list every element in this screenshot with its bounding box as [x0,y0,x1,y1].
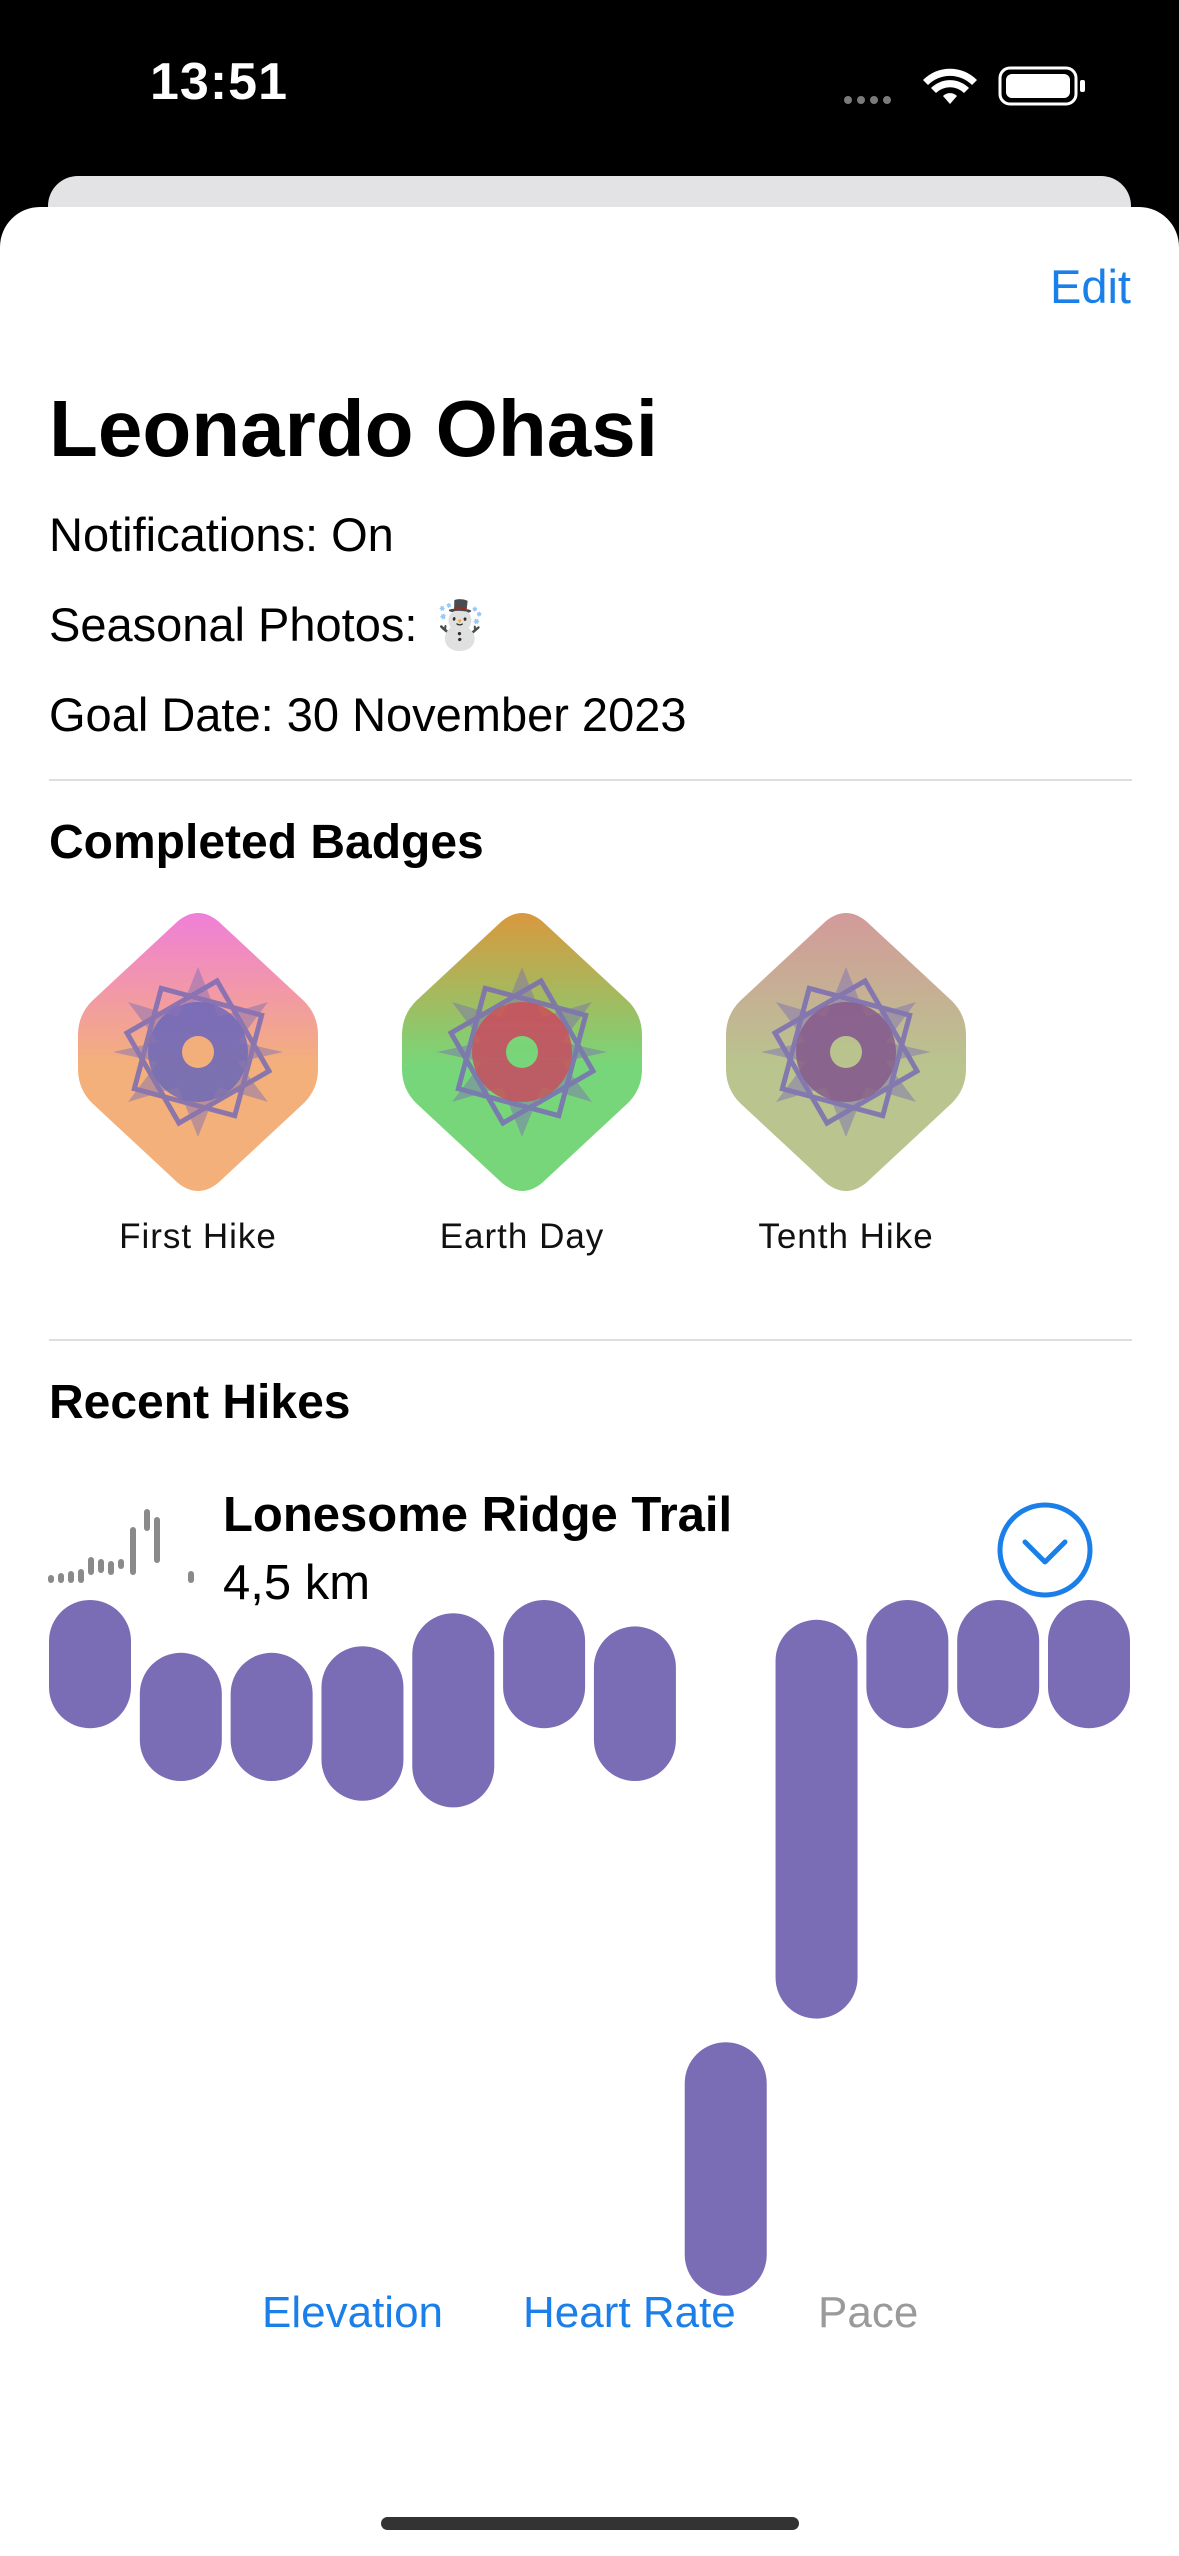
chart-bar [230,1652,313,1781]
hike-chart [49,1600,1130,2296]
status-icons [844,66,1085,106]
badge-first-hike[interactable]: First Hike [68,907,328,1257]
chart-bar [412,1613,495,1808]
badge-icon [78,913,318,1191]
wifi-icon [923,68,977,104]
status-bar: 13:51 [0,0,1179,170]
badge-tenth-hike[interactable]: Tenth Hike [716,907,976,1257]
completed-badges-title: Completed Badges [49,816,484,869]
chart-bar [503,1600,586,1729]
chart-bar [321,1646,404,1801]
chart-bar [139,1652,222,1781]
badge-label: Tenth Hike [758,1217,934,1256]
profile-name: Leonardo Ohasi [49,384,658,473]
badge-icon [726,913,966,1191]
status-time: 13:51 [150,53,288,111]
divider [49,1339,1132,1341]
badge-earth-day[interactable]: Earth Day [392,907,652,1257]
home-indicator [381,2517,799,2530]
badge-label: First Hike [119,1217,277,1256]
notifications-status: Notifications: On [49,508,394,561]
badge-label: Earth Day [439,1217,605,1256]
hike-name: Lonesome Ridge Trail [223,1488,733,1542]
chart-bar [866,1600,949,1729]
recent-hikes-title: Recent Hikes [49,1376,351,1429]
badge-icon [402,913,642,1191]
chart-bar [593,1626,676,1781]
battery-icon [998,66,1085,106]
edit-button[interactable]: Edit [1050,259,1131,314]
segment-pace[interactable]: Pace [818,2288,918,2338]
segment-elevation[interactable]: Elevation [262,2288,443,2338]
seasonal-photos-status: Seasonal Photos: ☃️ [49,598,490,651]
signal-icon [844,96,891,104]
segment-heart-rate[interactable]: Heart Rate [523,2288,736,2338]
chart-bar [1048,1600,1130,1729]
chart-bar [684,2042,767,2296]
chart-bar [49,1600,131,1729]
chevron-down-circle-icon[interactable] [995,1500,1095,1600]
divider [49,779,1132,781]
goal-date: Goal Date: 30 November 2023 [49,688,687,741]
chart-bar [775,1619,858,2019]
elevation-sparkline-icon [48,1509,194,1583]
chart-bar [957,1600,1040,1729]
